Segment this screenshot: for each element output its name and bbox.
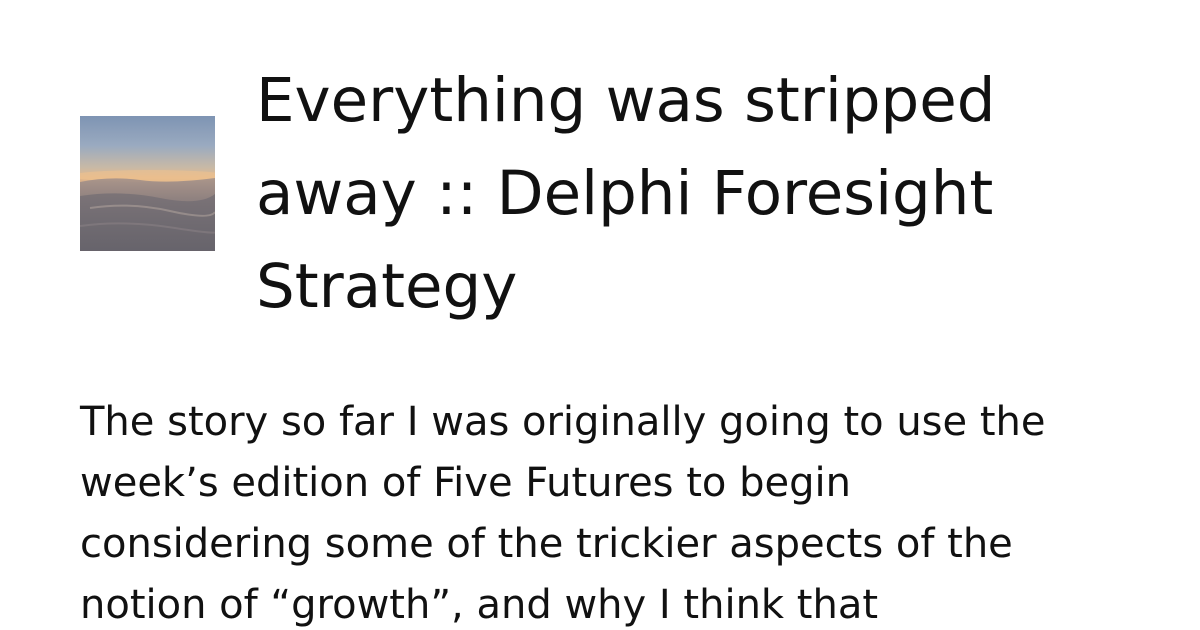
article-thumbnail[interactable] — [80, 116, 215, 251]
article-excerpt: The story so far I was originally going … — [80, 399, 1046, 628]
share-card: Everything was stripped away :: Delphi F… — [0, 0, 1200, 630]
landscape-image-icon — [80, 170, 215, 251]
article-title[interactable]: Everything was stripped away :: Delphi F… — [256, 54, 1156, 333]
